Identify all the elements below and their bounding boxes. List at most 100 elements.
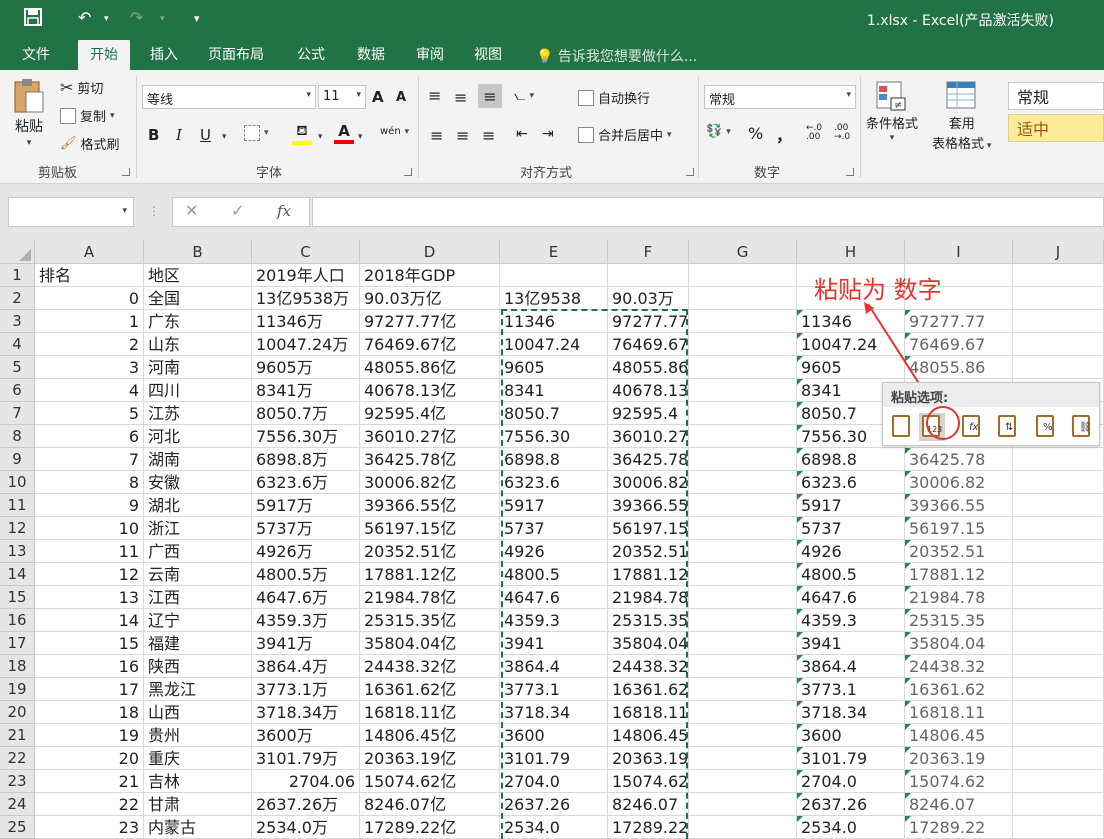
- cell-j17[interactable]: [1013, 632, 1104, 655]
- cell-g2[interactable]: [689, 287, 797, 310]
- cell-c23[interactable]: 2704.06: [252, 770, 360, 793]
- wrap-text-button[interactable]: 自动换行: [578, 88, 650, 107]
- cell-d14[interactable]: 17881.12亿: [360, 563, 500, 586]
- row-header[interactable]: 5: [0, 356, 35, 379]
- paste-button[interactable]: 粘贴 ▾: [12, 78, 46, 148]
- cell-c9[interactable]: 6898.8万: [252, 448, 360, 471]
- cell-g18[interactable]: [689, 655, 797, 678]
- paste-formulas-icon[interactable]: fx: [959, 413, 985, 441]
- name-box[interactable]: ▾: [8, 197, 134, 227]
- row-header[interactable]: 19: [0, 678, 35, 701]
- cell-i14[interactable]: 17881.12: [905, 563, 1013, 586]
- cell-b10[interactable]: 安徽: [144, 471, 252, 494]
- decrease-font-icon[interactable]: A: [396, 90, 406, 105]
- cell-c5[interactable]: 9605万: [252, 356, 360, 379]
- cell-g24[interactable]: [689, 793, 797, 816]
- row-header[interactable]: 11: [0, 494, 35, 517]
- cell-a5[interactable]: 3: [35, 356, 144, 379]
- cell-i19[interactable]: 16361.62: [905, 678, 1013, 701]
- column-header-f[interactable]: F: [608, 240, 689, 264]
- align-bottom-icon[interactable]: ≡: [478, 84, 502, 108]
- align-top-icon[interactable]: ≡: [428, 86, 441, 105]
- column-header-c[interactable]: C: [252, 240, 360, 264]
- cell-h15[interactable]: 4647.6: [797, 586, 905, 609]
- paste-keep-source-icon[interactable]: [889, 413, 915, 441]
- column-header-a[interactable]: A: [35, 240, 144, 264]
- cell-b5[interactable]: 河南: [144, 356, 252, 379]
- cell-h17[interactable]: 3941: [797, 632, 905, 655]
- cell-i20[interactable]: 16818.11: [905, 701, 1013, 724]
- cell-h23[interactable]: 2704.0: [797, 770, 905, 793]
- cell-b16[interactable]: 辽宁: [144, 609, 252, 632]
- cell-i9[interactable]: 36425.78: [905, 448, 1013, 471]
- cell-c16[interactable]: 4359.3万: [252, 609, 360, 632]
- clipboard-launcher-icon[interactable]: [122, 168, 130, 176]
- row-header[interactable]: 21: [0, 724, 35, 747]
- cell-j21[interactable]: [1013, 724, 1104, 747]
- cell-b24[interactable]: 甘肃: [144, 793, 252, 816]
- cell-g17[interactable]: [689, 632, 797, 655]
- cell-a11[interactable]: 9: [35, 494, 144, 517]
- cell-a8[interactable]: 6: [35, 425, 144, 448]
- cell-c21[interactable]: 3600万: [252, 724, 360, 747]
- cell-b17[interactable]: 福建: [144, 632, 252, 655]
- cell-h10[interactable]: 6323.6: [797, 471, 905, 494]
- cell-e2[interactable]: 13亿9538: [500, 287, 608, 310]
- cell-a9[interactable]: 7: [35, 448, 144, 471]
- cell-b19[interactable]: 黑龙江: [144, 678, 252, 701]
- cell-h21[interactable]: 3600: [797, 724, 905, 747]
- cell-h16[interactable]: 4359.3: [797, 609, 905, 632]
- save-icon[interactable]: [24, 8, 42, 30]
- percent-style-button[interactable]: %: [748, 124, 763, 143]
- cell-b13[interactable]: 广西: [144, 540, 252, 563]
- row-header[interactable]: 9: [0, 448, 35, 471]
- font-size-select[interactable]: 11 ▾: [318, 85, 366, 109]
- cell-d4[interactable]: 76469.67亿: [360, 333, 500, 356]
- cell-b15[interactable]: 江西: [144, 586, 252, 609]
- font-color-button[interactable]: A: [334, 122, 354, 144]
- cell-c1[interactable]: 2019年人口: [252, 264, 360, 287]
- cell-j9[interactable]: [1013, 448, 1104, 471]
- cell-j10[interactable]: [1013, 471, 1104, 494]
- cell-b20[interactable]: 山西: [144, 701, 252, 724]
- cell-h11[interactable]: 5917: [797, 494, 905, 517]
- cell-c2[interactable]: 13亿9538万: [252, 287, 360, 310]
- tab-page-layout[interactable]: 页面布局: [208, 44, 264, 64]
- enter-icon[interactable]: ✓: [231, 201, 244, 220]
- increase-indent-icon[interactable]: ⇥: [542, 126, 554, 142]
- row-header[interactable]: 16: [0, 609, 35, 632]
- row-header[interactable]: 24: [0, 793, 35, 816]
- cell-a10[interactable]: 8: [35, 471, 144, 494]
- cell-c7[interactable]: 8050.7万: [252, 402, 360, 425]
- cell-g19[interactable]: [689, 678, 797, 701]
- cell-b7[interactable]: 江苏: [144, 402, 252, 425]
- cell-d18[interactable]: 24438.32亿: [360, 655, 500, 678]
- column-header-i[interactable]: I: [905, 240, 1013, 264]
- cell-a22[interactable]: 20: [35, 747, 144, 770]
- row-header[interactable]: 15: [0, 586, 35, 609]
- decrease-decimal-button[interactable]: .00 →.0: [834, 124, 850, 142]
- orientation-button[interactable]: ⦦ ▾: [514, 88, 534, 104]
- cell-c3[interactable]: 11346万: [252, 310, 360, 333]
- cell-d9[interactable]: 36425.78亿: [360, 448, 500, 471]
- cell-d1[interactable]: 2018年GDP: [360, 264, 500, 287]
- cell-j23[interactable]: [1013, 770, 1104, 793]
- font-launcher-icon[interactable]: [404, 168, 412, 176]
- cell-a3[interactable]: 1: [35, 310, 144, 333]
- cell-j14[interactable]: [1013, 563, 1104, 586]
- cell-d8[interactable]: 36010.27亿: [360, 425, 500, 448]
- conditional-formatting-button[interactable]: ≠ 条件格式 ▾: [866, 80, 918, 143]
- fill-color-dropdown-icon[interactable]: ▾: [318, 132, 323, 142]
- cell-c15[interactable]: 4647.6万: [252, 586, 360, 609]
- insert-function-icon[interactable]: fx: [277, 202, 291, 220]
- cell-g14[interactable]: [689, 563, 797, 586]
- cell-j19[interactable]: [1013, 678, 1104, 701]
- cell-a17[interactable]: 15: [35, 632, 144, 655]
- tab-view[interactable]: 视图: [474, 44, 502, 64]
- cell-a20[interactable]: 18: [35, 701, 144, 724]
- row-header[interactable]: 12: [0, 517, 35, 540]
- row-header[interactable]: 10: [0, 471, 35, 494]
- customize-toolbar-icon[interactable]: ▾: [194, 12, 200, 25]
- cell-i22[interactable]: 20363.19: [905, 747, 1013, 770]
- bold-button[interactable]: B: [148, 126, 159, 144]
